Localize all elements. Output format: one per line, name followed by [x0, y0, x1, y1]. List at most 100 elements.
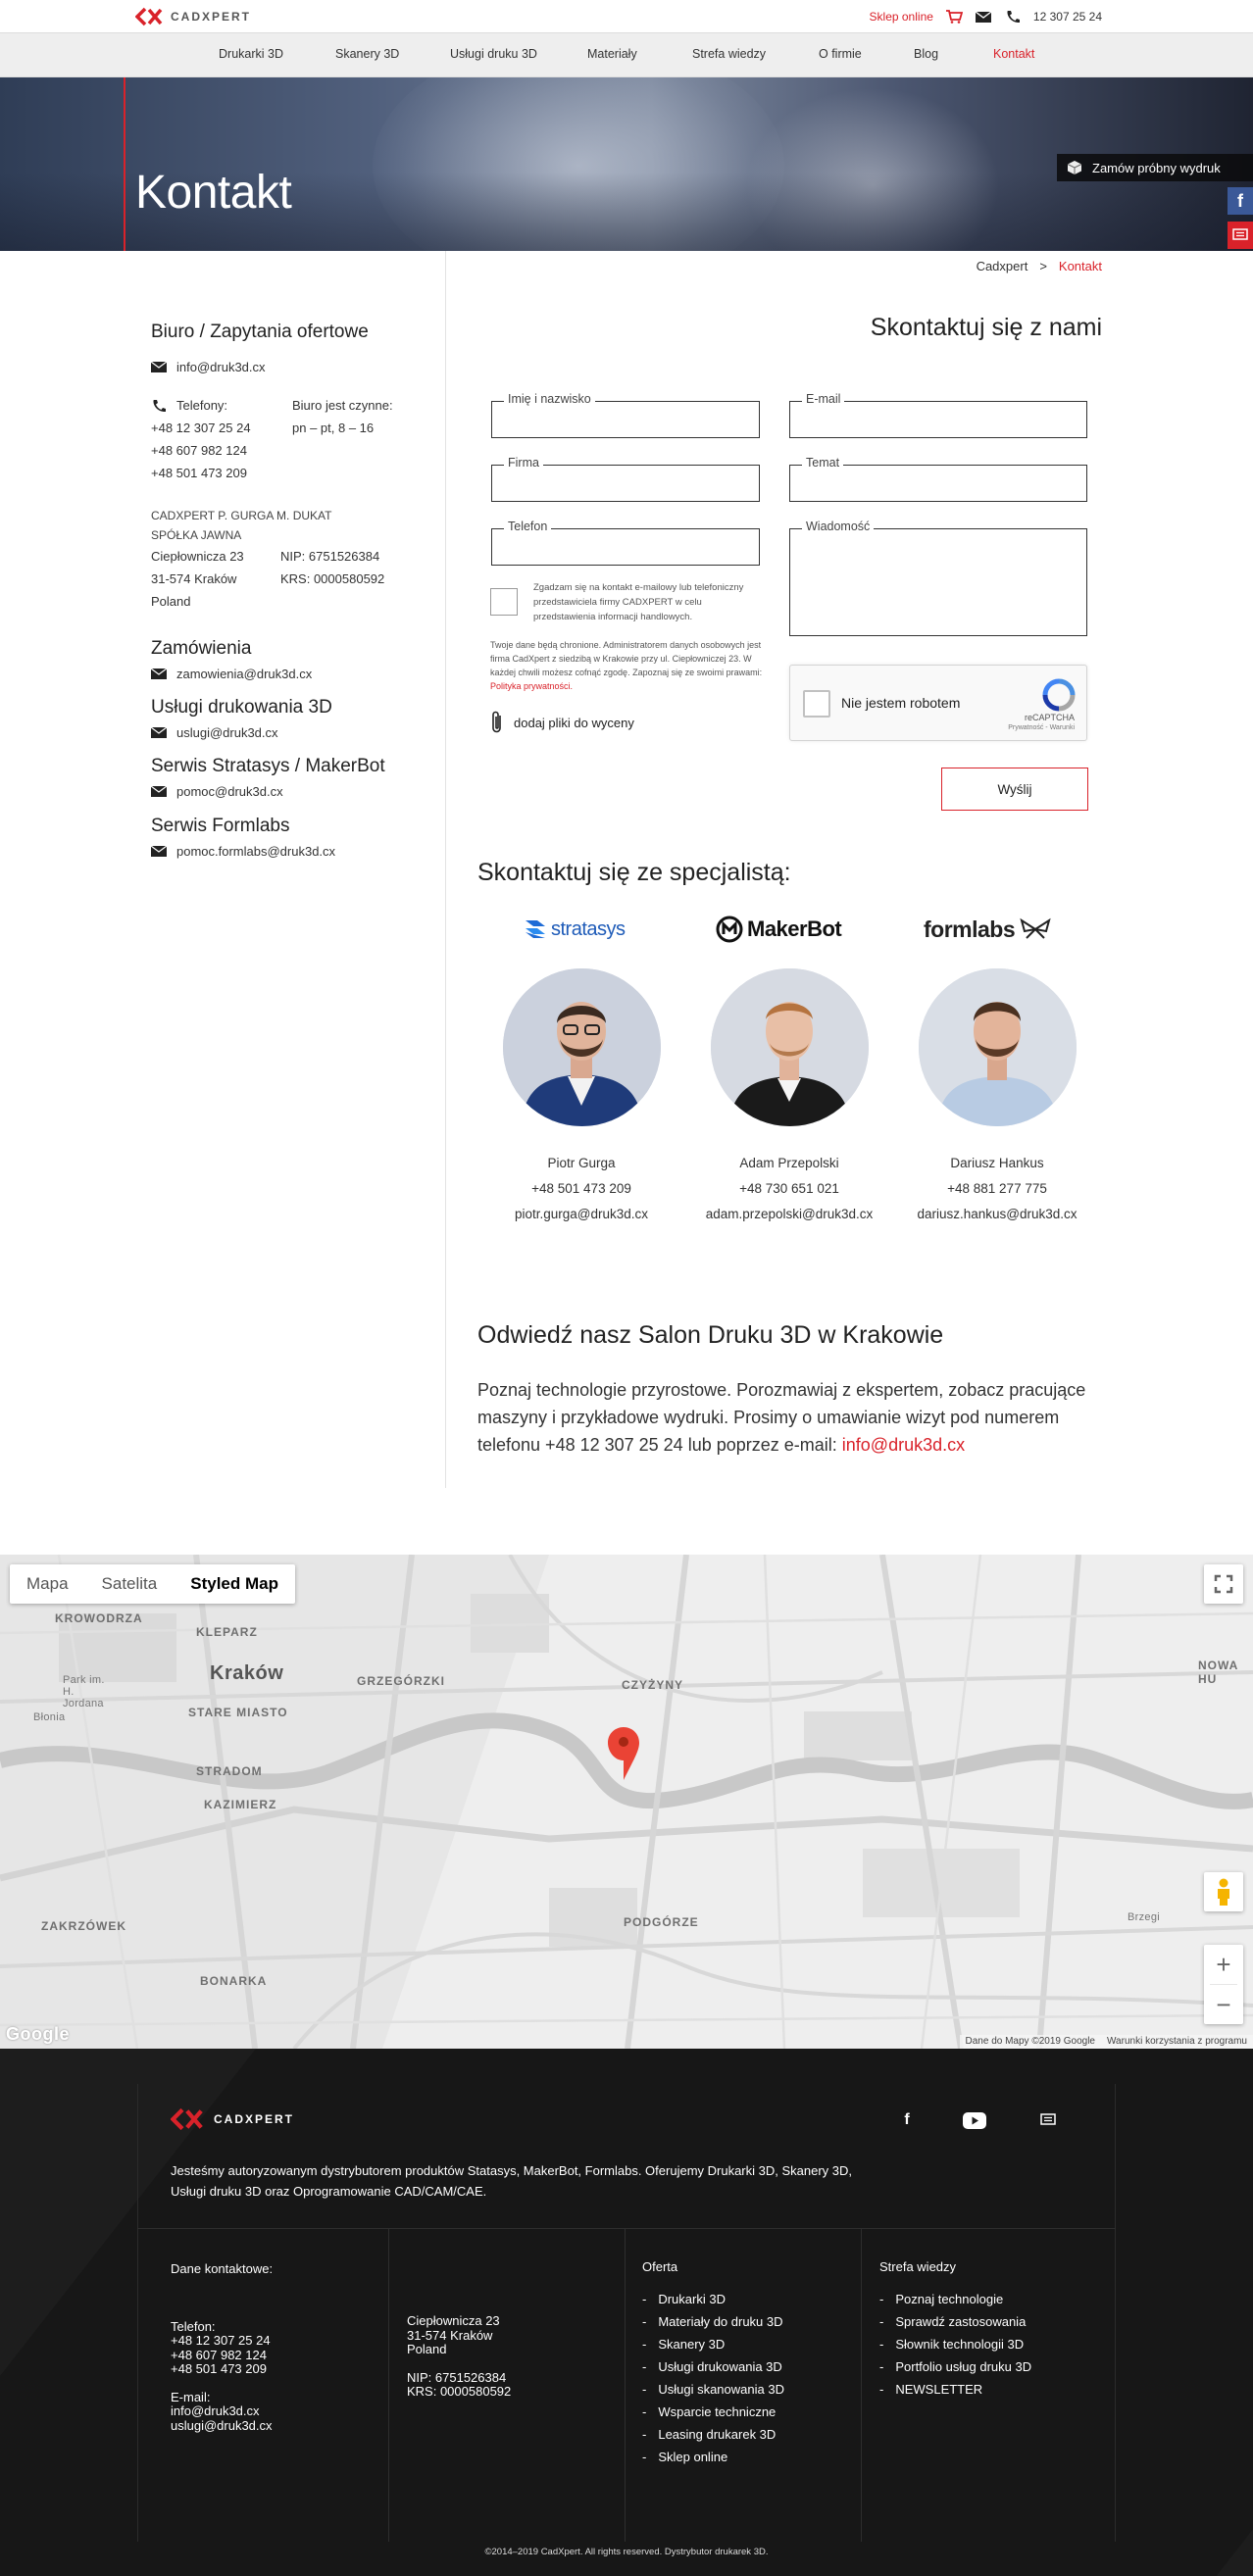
nav-item-print-services[interactable]: Usługi druku 3D [450, 47, 537, 61]
facebook-side-button[interactable]: f [1228, 187, 1253, 215]
nav-item-knowledge[interactable]: Strefa wiedzy [692, 47, 766, 61]
salon-email-link[interactable]: info@druk3d.cx [842, 1435, 965, 1455]
recaptcha-checkbox[interactable] [803, 690, 830, 718]
specialist-phone[interactable]: +48 501 473 209 [493, 1181, 670, 1196]
subject-input[interactable]: Temat [789, 456, 1087, 502]
formlabs-service-email[interactable]: pomoc.formlabs@druk3d.cx [176, 844, 335, 859]
office-email[interactable]: info@druk3d.cx [176, 360, 266, 374]
footer-email-1[interactable]: info@druk3d.cx [171, 2403, 273, 2419]
print-services-email[interactable]: uslugi@druk3d.cx [176, 725, 278, 740]
phone-input[interactable]: Telefon [491, 520, 760, 566]
column-divider [445, 251, 446, 1488]
footer-phone-3[interactable]: +48 501 473 209 [171, 2361, 273, 2377]
nav-item-printers[interactable]: Drukarki 3D [219, 47, 283, 61]
nav-item-scanners[interactable]: Skanery 3D [335, 47, 399, 61]
footer-offer-item[interactable]: Usługi skanowania 3D [642, 2382, 784, 2398]
map-label: PODGÓRZE [624, 1915, 699, 1929]
specialist-email[interactable]: adam.przepolski@druk3d.cx [701, 1207, 877, 1221]
mail-icon [151, 727, 167, 738]
shop-online-link[interactable]: Sklep online [870, 10, 933, 24]
footer-email-2[interactable]: uslugi@druk3d.cx [171, 2418, 273, 2434]
footer-phone-2[interactable]: +48 607 982 124 [171, 2348, 273, 2363]
paperclip-icon [492, 711, 501, 733]
footer-offer-item[interactable]: Drukarki 3D [642, 2292, 784, 2307]
privacy-policy-link[interactable]: Polityka prywatności. [490, 681, 573, 691]
message-textarea[interactable]: Wiadomość [789, 520, 1087, 636]
logo[interactable]: CADXPERT [135, 6, 251, 27]
top-phone-number[interactable]: 12 307 25 24 [1033, 10, 1102, 24]
map-label: KLEPARZ [196, 1625, 258, 1639]
footer-offer-item[interactable]: Sklep online [642, 2450, 784, 2465]
footer-phone-1[interactable]: +48 12 307 25 24 [171, 2333, 273, 2349]
orders-email-row[interactable]: zamowienia@druk3d.cx [151, 667, 312, 681]
footer-offer-item[interactable]: Wsparcie techniczne [642, 2404, 784, 2420]
google-map[interactable]: Mapa Satelita Styled Map KROWODRZA KLEPA… [0, 1555, 1253, 2049]
nav-item-about[interactable]: O firmie [819, 47, 862, 61]
print-services-email-row[interactable]: uslugi@druk3d.cx [151, 725, 278, 740]
hours-value: pn – pt, 8 – 16 [292, 421, 375, 435]
formlabs-butterfly-icon [1020, 917, 1051, 939]
footer-knowledge-item[interactable]: Portfolio usług druku 3D [879, 2359, 1031, 2375]
footer-offer-item[interactable]: Materiały do druku 3D [642, 2314, 784, 2330]
orders-email[interactable]: zamowienia@druk3d.cx [176, 667, 312, 681]
office-phone-1[interactable]: +48 12 307 25 24 [151, 417, 251, 439]
footer-address-city: 31-574 Kraków [407, 2327, 493, 2343]
zoom-in-button[interactable]: + [1204, 1945, 1243, 1984]
google-logo[interactable]: Google [6, 2024, 70, 2045]
office-email-row[interactable]: info@druk3d.cx [151, 360, 266, 374]
stratasys-service-email[interactable]: pomoc@druk3d.cx [176, 784, 283, 799]
order-sample-button[interactable]: Zamów próbny wydruk [1057, 154, 1253, 181]
nav-item-contact[interactable]: Kontakt [993, 47, 1034, 61]
formlabs-service-email-row[interactable]: pomoc.formlabs@druk3d.cx [151, 844, 335, 859]
fullscreen-button[interactable] [1204, 1564, 1243, 1604]
map-attribution: Dane do Mapy ©2019 Google Warunki korzys… [959, 2035, 1253, 2049]
footer-description: Jesteśmy autoryzowanym dystrybutorem pro… [171, 2163, 853, 2199]
stratasys-service-email-row[interactable]: pomoc@druk3d.cx [151, 784, 283, 799]
hero-accent-line [124, 77, 125, 251]
pegman-icon [1218, 1878, 1229, 1906]
zoom-controls: + − [1204, 1945, 1243, 2024]
specialist-phone[interactable]: +48 881 277 775 [909, 1181, 1085, 1196]
footer-chat-link[interactable] [1035, 2107, 1061, 2133]
breadcrumb-home[interactable]: Cadxpert [977, 259, 1028, 273]
street-view-pegman[interactable] [1204, 1872, 1243, 1911]
map-tab-styled[interactable]: Styled Map [174, 1564, 295, 1604]
office-phone-2[interactable]: +48 607 982 124 [151, 439, 251, 462]
office-phone-3[interactable]: +48 501 473 209 [151, 462, 251, 484]
footer-knowledge-item[interactable]: Sprawdź zastosowania [879, 2314, 1031, 2330]
nav-item-materials[interactable]: Materiały [587, 47, 637, 61]
cart-icon[interactable] [945, 9, 963, 24]
chat-side-button[interactable] [1228, 222, 1253, 249]
footer-youtube-link[interactable] [962, 2107, 987, 2133]
map-label: Błonia [33, 1711, 66, 1723]
company-input[interactable]: Firma [491, 456, 760, 502]
mail-icon[interactable] [975, 10, 992, 24]
hours-label: Biuro jest czynne: [292, 398, 393, 413]
map-label: KAZIMIERZ [204, 1798, 277, 1811]
name-input[interactable]: Imię i nazwisko [491, 392, 760, 438]
send-button[interactable]: Wyślij [941, 768, 1088, 811]
footer-knowledge-item[interactable]: NEWSLETTER [879, 2382, 1031, 2398]
map-tab-satellite[interactable]: Satelita [85, 1564, 175, 1604]
footer-offer-item[interactable]: Leasing drukarek 3D [642, 2427, 784, 2443]
phones-label: Telefony: [176, 398, 228, 413]
specialist-email[interactable]: dariusz.hankus@druk3d.cx [909, 1207, 1085, 1221]
map-terms-link[interactable]: Warunki korzystania z programu [1101, 2035, 1253, 2049]
specialist-phone[interactable]: +48 730 651 021 [701, 1181, 877, 1196]
footer-facebook-link[interactable]: f [894, 2107, 920, 2133]
footer-logo[interactable]: CADXPERT [171, 2107, 294, 2131]
attach-files-button[interactable]: dodaj pliki do wyceny [490, 710, 634, 735]
footer-offer-item[interactable]: Usługi drukowania 3D [642, 2359, 784, 2375]
logo-text: CADXPERT [171, 10, 252, 24]
footer-knowledge-item[interactable]: Słownik technologii 3D [879, 2337, 1031, 2353]
zoom-out-button[interactable]: − [1204, 1985, 1243, 2024]
email-input[interactable]: E-mail [789, 392, 1087, 438]
specialist-email[interactable]: piotr.gurga@druk3d.cx [493, 1207, 670, 1221]
footer-knowledge-item[interactable]: Poznaj technologie [879, 2292, 1031, 2307]
recaptcha-terms[interactable]: Prywatność - Warunki [1008, 724, 1075, 731]
consent-checkbox[interactable] [490, 588, 518, 616]
phone-icon[interactable] [1004, 10, 1022, 24]
footer-offer-item[interactable]: Skanery 3D [642, 2337, 784, 2353]
map-tab-map[interactable]: Mapa [10, 1564, 85, 1604]
nav-item-blog[interactable]: Blog [914, 47, 938, 61]
